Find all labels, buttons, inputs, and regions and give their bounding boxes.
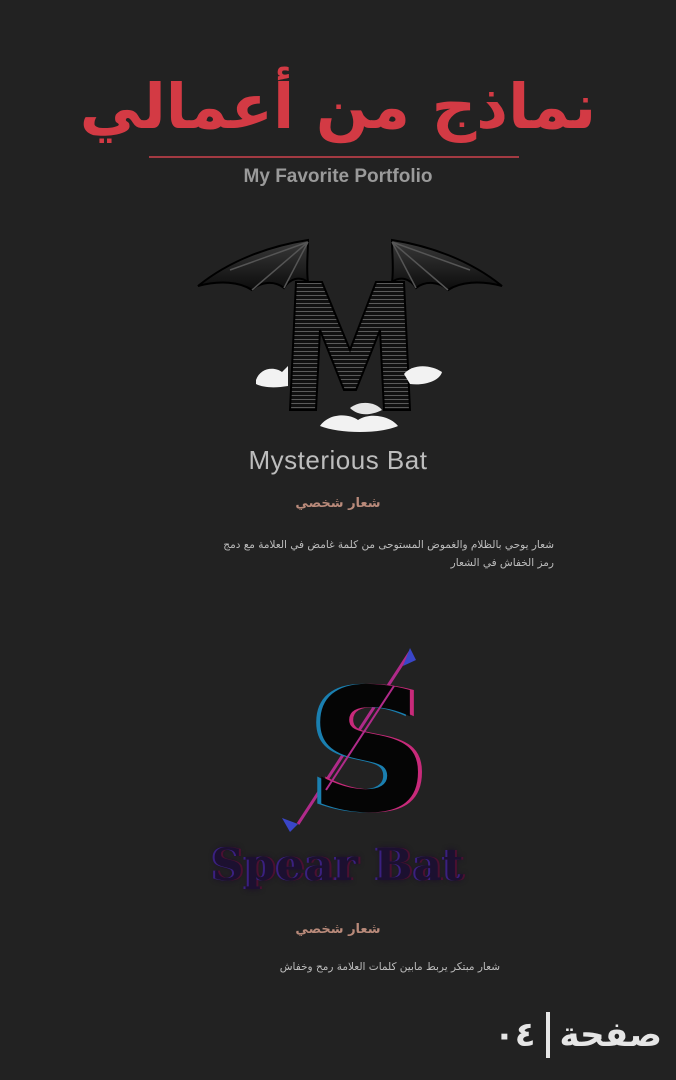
work-name-spear-bat: Spear Bat (211, 840, 465, 891)
work-kind-label: شعار شخصي (295, 922, 381, 937)
description-line: رمز الخفاش في الشعار (450, 557, 554, 569)
cloud-left (256, 366, 288, 388)
description-line: شعار مبتكر يربط مابين كلمات العلامة رمح … (279, 961, 500, 973)
description-line: شعار يوحي بالظلام والغموض المستوحى من كل… (223, 539, 554, 551)
spear-tail (282, 818, 298, 832)
letter-s: S (308, 653, 430, 840)
work-name-mysterious-bat: Mysterious Bat (248, 445, 428, 475)
work-kind-label: شعار شخصي (295, 496, 381, 511)
spear-bat-logo: S S S (282, 648, 430, 840)
page-title: نماذج من أعمالي (79, 70, 597, 143)
page-number: ٠٤ (494, 1015, 536, 1055)
work-description: شعار يوحي بالظلام والغموض المستوحى من كل… (114, 536, 554, 572)
page-subtitle: My Favorite Portfolio (243, 166, 433, 187)
page-separator (545, 1012, 550, 1058)
portfolio-page: نماذج من أعمالي My Favorite Portfolio My… (0, 0, 676, 1080)
letter-m (288, 281, 412, 411)
page-number-block: صفحة ٠٤ (494, 1012, 662, 1058)
work-description: شعار مبتكر يربط مابين كلمات العلامة رمح … (170, 958, 500, 976)
cloud-right (404, 366, 442, 385)
cloud-bottom (320, 415, 398, 432)
title-divider (149, 156, 519, 158)
mysterious-bat-logo (197, 238, 503, 432)
page-label: صفحة (559, 1015, 662, 1055)
